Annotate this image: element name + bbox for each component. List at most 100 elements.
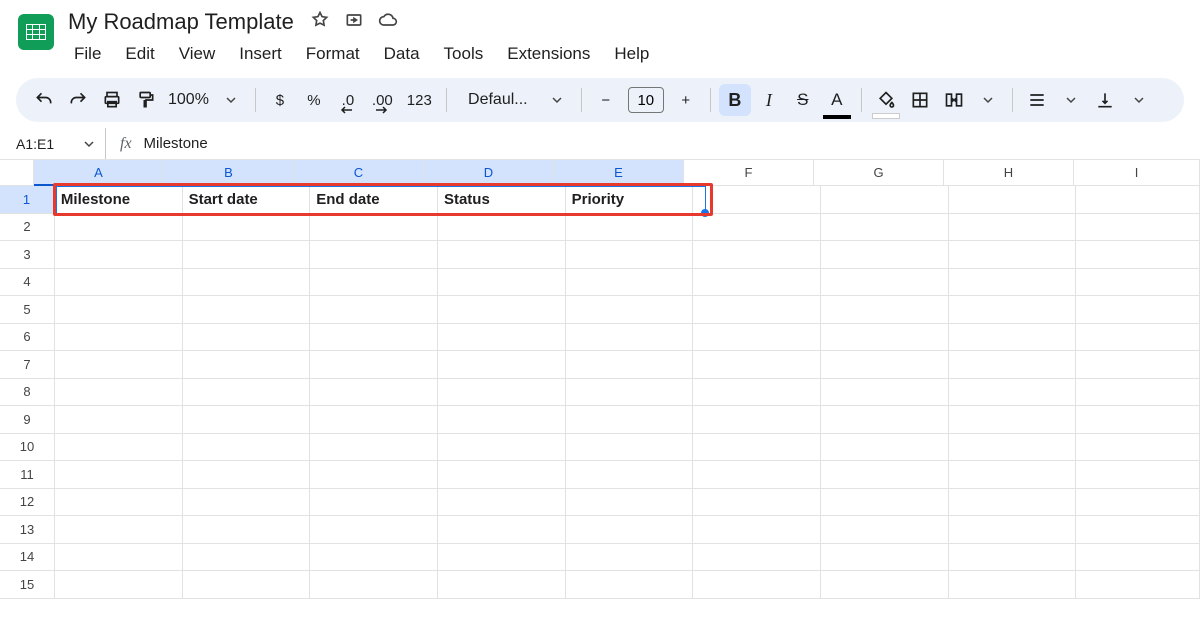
number-format-button[interactable]: 123 xyxy=(401,84,438,116)
cell-H9[interactable] xyxy=(949,406,1077,434)
cell-E4[interactable] xyxy=(566,269,694,297)
col-header-F[interactable]: F xyxy=(684,160,814,185)
merge-button[interactable] xyxy=(938,84,970,116)
cell-I15[interactable] xyxy=(1076,571,1200,599)
formula-input[interactable]: Milestone xyxy=(144,135,208,152)
cell-E10[interactable] xyxy=(566,434,694,462)
cell-F3[interactable] xyxy=(693,241,821,269)
menu-insert[interactable]: Insert xyxy=(229,40,292,68)
cell-C6[interactable] xyxy=(310,324,438,352)
fill-color-button[interactable] xyxy=(870,84,902,116)
cell-E9[interactable] xyxy=(566,406,694,434)
cell-E3[interactable] xyxy=(566,241,694,269)
cell-D4[interactable] xyxy=(438,269,566,297)
cell-D11[interactable] xyxy=(438,461,566,489)
cell-F9[interactable] xyxy=(693,406,821,434)
cell-C8[interactable] xyxy=(310,379,438,407)
redo-button[interactable] xyxy=(62,84,94,116)
cell-C2[interactable] xyxy=(310,214,438,242)
cell-H8[interactable] xyxy=(949,379,1077,407)
cell-C13[interactable] xyxy=(310,516,438,544)
cell-E13[interactable] xyxy=(566,516,694,544)
col-header-H[interactable]: H xyxy=(944,160,1074,185)
cell-H12[interactable] xyxy=(949,489,1077,517)
cell-A7[interactable] xyxy=(55,351,183,379)
cell-B4[interactable] xyxy=(183,269,311,297)
valign-dropdown-icon[interactable] xyxy=(1123,84,1155,116)
cell-I11[interactable] xyxy=(1076,461,1200,489)
name-box[interactable]: A1:E1 xyxy=(16,128,106,159)
cell-F5[interactable] xyxy=(693,296,821,324)
document-title[interactable]: My Roadmap Template xyxy=(64,7,298,37)
bold-button[interactable]: B xyxy=(719,84,751,116)
cell-I10[interactable] xyxy=(1076,434,1200,462)
cell-C12[interactable] xyxy=(310,489,438,517)
row-header-15[interactable]: 15 xyxy=(0,571,55,599)
cell-H4[interactable] xyxy=(949,269,1077,297)
cell-B7[interactable] xyxy=(183,351,311,379)
cell-I8[interactable] xyxy=(1076,379,1200,407)
cell-A14[interactable] xyxy=(55,544,183,572)
cell-C11[interactable] xyxy=(310,461,438,489)
cell-D6[interactable] xyxy=(438,324,566,352)
cell-E2[interactable] xyxy=(566,214,694,242)
col-header-G[interactable]: G xyxy=(814,160,944,185)
cell-B14[interactable] xyxy=(183,544,311,572)
cell-C9[interactable] xyxy=(310,406,438,434)
cell-A15[interactable] xyxy=(55,571,183,599)
cell-F14[interactable] xyxy=(693,544,821,572)
app-logo[interactable] xyxy=(16,12,56,52)
cell-H13[interactable] xyxy=(949,516,1077,544)
cell-D13[interactable] xyxy=(438,516,566,544)
cell-G12[interactable] xyxy=(821,489,949,517)
cell-D2[interactable] xyxy=(438,214,566,242)
row-header-7[interactable]: 7 xyxy=(0,351,55,379)
cell-B13[interactable] xyxy=(183,516,311,544)
cell-E15[interactable] xyxy=(566,571,694,599)
select-all-corner[interactable] xyxy=(0,160,34,186)
row-header-11[interactable]: 11 xyxy=(0,461,55,489)
cell-I3[interactable] xyxy=(1076,241,1200,269)
cell-G3[interactable] xyxy=(821,241,949,269)
borders-button[interactable] xyxy=(904,84,936,116)
cell-D1[interactable]: Status xyxy=(438,186,566,214)
strike-button[interactable]: S xyxy=(787,84,819,116)
font-dropdown-icon[interactable] xyxy=(541,84,573,116)
cell-B9[interactable] xyxy=(183,406,311,434)
cell-A5[interactable] xyxy=(55,296,183,324)
increase-decimal-button[interactable]: .00 xyxy=(366,84,399,116)
cell-E7[interactable] xyxy=(566,351,694,379)
row-header-5[interactable]: 5 xyxy=(0,296,55,324)
col-header-C[interactable]: C xyxy=(294,160,424,186)
zoom-dropdown-icon[interactable] xyxy=(215,84,247,116)
cell-G6[interactable] xyxy=(821,324,949,352)
cell-H5[interactable] xyxy=(949,296,1077,324)
cell-G10[interactable] xyxy=(821,434,949,462)
col-header-E[interactable]: E xyxy=(554,160,684,186)
cell-I7[interactable] xyxy=(1076,351,1200,379)
paint-format-button[interactable] xyxy=(130,84,162,116)
decrease-font-button[interactable]: − xyxy=(590,84,622,116)
cell-H3[interactable] xyxy=(949,241,1077,269)
cell-B2[interactable] xyxy=(183,214,311,242)
cell-A13[interactable] xyxy=(55,516,183,544)
row-header-3[interactable]: 3 xyxy=(0,241,55,269)
row-header-4[interactable]: 4 xyxy=(0,269,55,297)
cell-I5[interactable] xyxy=(1076,296,1200,324)
menu-data[interactable]: Data xyxy=(374,40,430,68)
cell-C14[interactable] xyxy=(310,544,438,572)
cell-F12[interactable] xyxy=(693,489,821,517)
cell-C7[interactable] xyxy=(310,351,438,379)
cell-I1[interactable] xyxy=(1076,186,1200,214)
cell-E6[interactable] xyxy=(566,324,694,352)
cell-B10[interactable] xyxy=(183,434,311,462)
increase-font-button[interactable]: + xyxy=(670,84,702,116)
cell-F11[interactable] xyxy=(693,461,821,489)
cell-I9[interactable] xyxy=(1076,406,1200,434)
cell-B1[interactable]: Start date xyxy=(183,186,311,214)
cell-B6[interactable] xyxy=(183,324,311,352)
merge-dropdown-icon[interactable] xyxy=(972,84,1004,116)
move-icon[interactable] xyxy=(344,10,364,35)
cell-B15[interactable] xyxy=(183,571,311,599)
cell-B3[interactable] xyxy=(183,241,311,269)
